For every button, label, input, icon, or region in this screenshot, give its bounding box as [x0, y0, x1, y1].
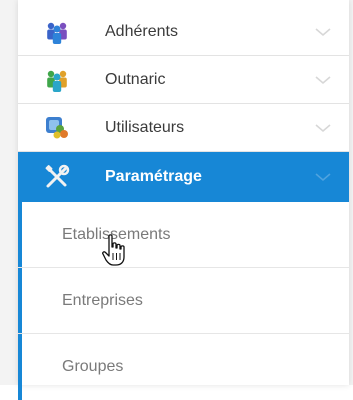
- menu-item-label: Outnaric: [105, 70, 166, 88]
- submenu-accent-bar: [18, 268, 22, 333]
- menu-item-label: Utilisateurs: [105, 118, 185, 136]
- sidebar-menu: Adhérents Outnaric Utilisateurs Paramétr…: [18, 0, 349, 400]
- chevron-down-icon: [315, 173, 331, 182]
- tools-icon: [45, 164, 70, 188]
- menu-item-label: Adhérents: [105, 22, 178, 40]
- submenu-accent-bar: [18, 334, 22, 400]
- submenu-item-etablissements[interactable]: Etablissements: [18, 202, 349, 268]
- chevron-down-icon: [315, 75, 331, 84]
- menu-item-adherents[interactable]: Adhérents: [18, 8, 349, 56]
- users-icon: [46, 116, 68, 138]
- chevron-down-icon: [315, 27, 331, 36]
- submenu-item-groupes[interactable]: Groupes: [18, 334, 349, 400]
- menu-item-utilisateurs[interactable]: Utilisateurs: [18, 104, 349, 152]
- menu-item-parametrage[interactable]: Paramétrage: [18, 152, 349, 202]
- submenu-accent-bar: [18, 202, 22, 267]
- submenu-item-entreprises[interactable]: Entreprises: [18, 268, 349, 334]
- submenu-item-label: Entreprises: [62, 291, 143, 309]
- members-group-icon: [47, 70, 67, 92]
- menu-item-outnaric[interactable]: Outnaric: [18, 56, 349, 104]
- submenu-item-label: Groupes: [62, 358, 124, 375]
- menu-item-label: Paramétrage: [105, 168, 202, 185]
- hand-pointer-cursor-icon: [102, 234, 125, 266]
- members-group-icon: [47, 22, 67, 44]
- chevron-down-icon: [315, 123, 331, 132]
